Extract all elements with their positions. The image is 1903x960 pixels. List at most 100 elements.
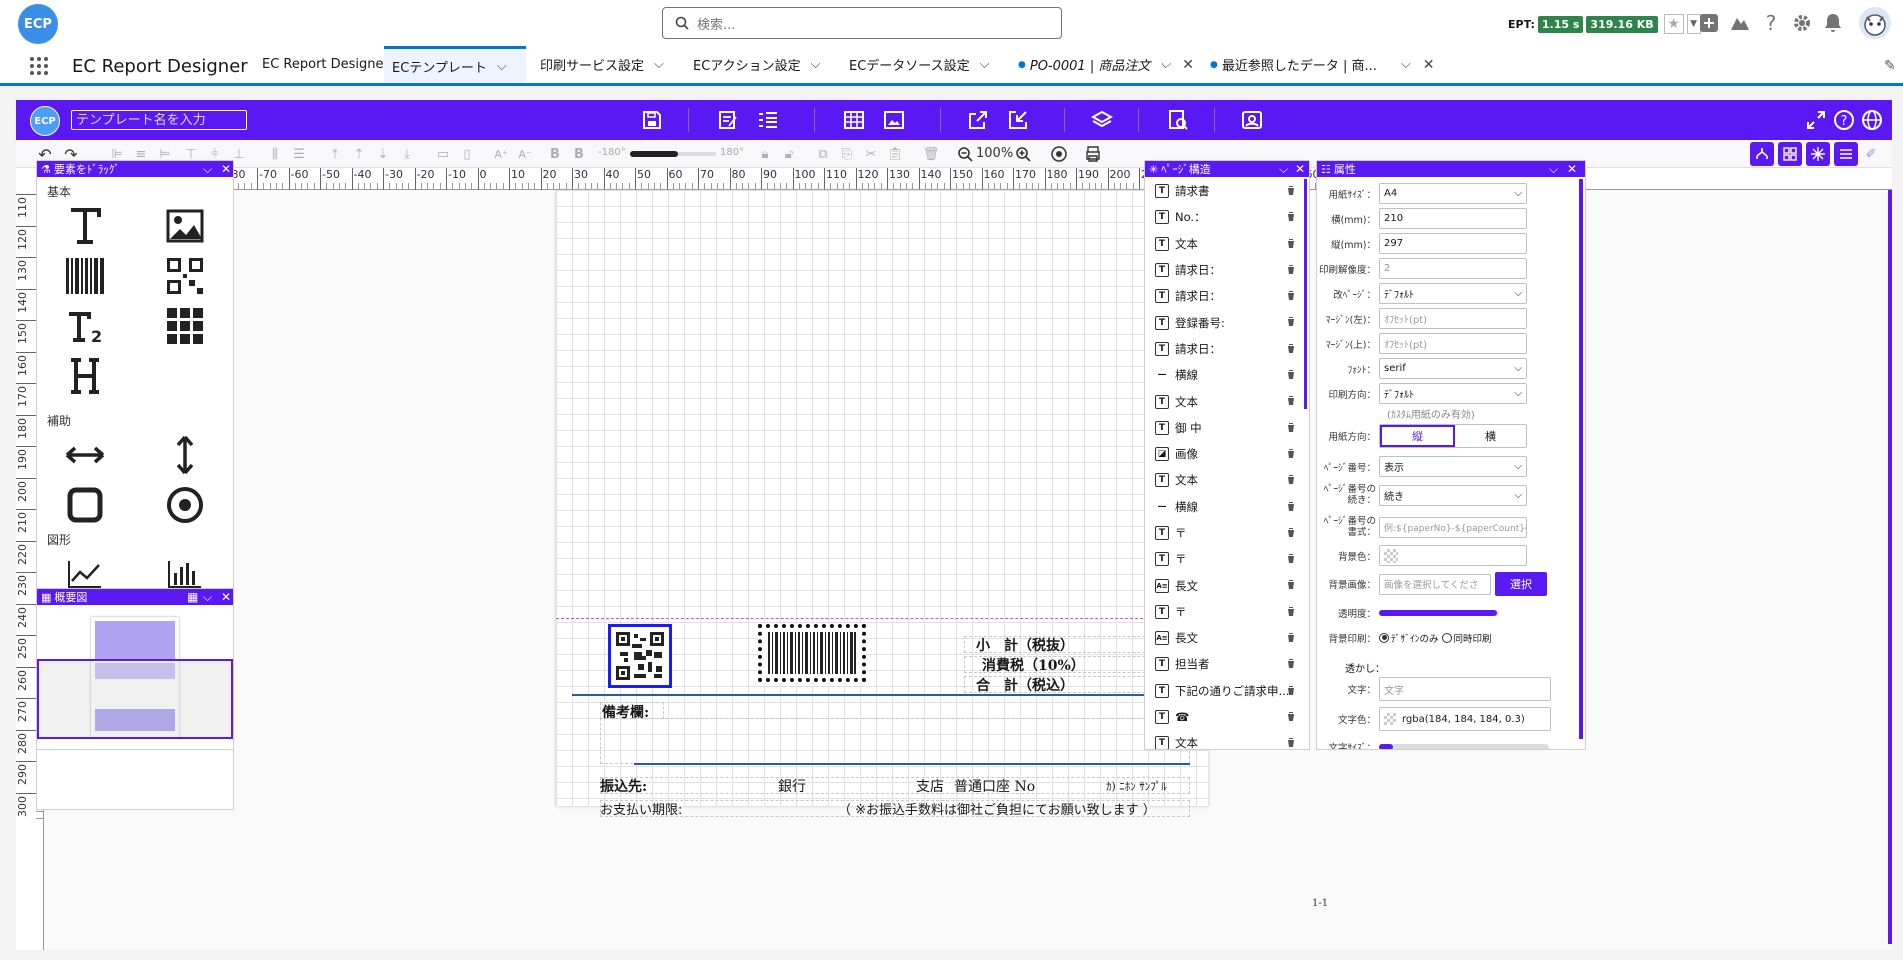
ungroup-icon[interactable]: ▯ — [458, 145, 476, 163]
transfer-row-box[interactable] — [600, 777, 1190, 794]
theme-brush-icon[interactable]: ✐ — [1862, 145, 1880, 163]
edit-document-icon[interactable] — [716, 108, 740, 132]
group-icon[interactable]: ▭ — [434, 145, 452, 163]
delete-item-icon[interactable] — [1287, 737, 1295, 748]
template-name-input[interactable] — [71, 110, 247, 130]
opacity-slider[interactable] — [1379, 609, 1499, 616]
divider-line[interactable] — [572, 694, 1190, 696]
pagenum-cont-select[interactable]: 続き ⌵ — [1379, 484, 1527, 506]
pagenum-select[interactable]: 表示 ⌵ — [1379, 456, 1527, 477]
favorite-star-icon[interactable]: ★ — [1663, 14, 1684, 34]
image-frame-icon[interactable] — [882, 108, 906, 132]
height-input[interactable]: 297 — [1379, 233, 1527, 254]
bold-icon[interactable]: B — [546, 145, 564, 163]
help-circle-icon[interactable]: ? — [1832, 108, 1856, 132]
save-icon[interactable] — [640, 108, 664, 132]
delete-item-icon[interactable] — [1287, 238, 1295, 248]
structure-item[interactable]: T 〒 — [1145, 599, 1309, 625]
structure-item[interactable]: — 横線 — [1145, 494, 1309, 520]
remarks-textarea[interactable] — [600, 718, 1190, 764]
rotate-slider[interactable] — [630, 151, 716, 157]
delete-item-icon[interactable] — [1287, 685, 1295, 695]
delete-item-icon[interactable] — [1287, 422, 1295, 432]
close-icon[interactable]: ✕ — [221, 162, 231, 176]
sort-fields-icon[interactable] — [756, 108, 780, 132]
text-element-icon[interactable] — [65, 206, 105, 246]
fullscreen-icon[interactable] — [1804, 108, 1828, 132]
distribute-v-icon[interactable]: ☰ — [290, 145, 308, 163]
font-size-down-icon[interactable]: A⁻ — [516, 145, 534, 163]
nav-tab-report-designer[interactable]: EC Report Designer — [254, 46, 397, 83]
unlock-icon[interactable]: 🔓︎ — [780, 145, 798, 163]
preview-eye-icon[interactable] — [1050, 145, 1068, 163]
delete-item-icon[interactable] — [1287, 711, 1295, 721]
structure-item[interactable]: T 文本 — [1145, 388, 1309, 414]
oval-icon[interactable] — [165, 485, 205, 525]
help-icon[interactable]: ? — [1759, 11, 1783, 35]
nav-tab-ec-datasource[interactable]: ECデータソース設定 ⌵ — [841, 46, 998, 83]
print-dir-select[interactable]: ﾃﾞﾌｫﾙﾄ ⌵ — [1379, 383, 1527, 404]
barcode-element-icon[interactable] — [65, 256, 105, 296]
language-globe-icon[interactable] — [1860, 108, 1884, 132]
nav-tab-ec-action[interactable]: ECアクション設定 ⌵ — [685, 46, 829, 83]
close-tab-icon[interactable]: ✕ — [1423, 57, 1435, 73]
structure-item[interactable]: T御 中 — [1145, 415, 1309, 441]
structure-view-icon[interactable] — [1806, 142, 1830, 166]
close-tab-icon[interactable]: ✕ — [1182, 57, 1194, 73]
cut-icon[interactable]: ✂ — [862, 145, 880, 163]
qrcode-element-icon[interactable] — [165, 256, 205, 296]
margin-top-input[interactable]: ｵﾌｾｯﾄ(pt) — [1379, 333, 1527, 354]
chevron-down-icon[interactable]: ⌵ — [497, 59, 507, 74]
remarks-underline[interactable] — [634, 763, 1190, 765]
table-icon[interactable] — [842, 108, 866, 132]
structure-item[interactable]: T 請求日： — [1145, 336, 1309, 362]
delete-item-icon[interactable] — [1287, 606, 1295, 616]
move-bottom-icon[interactable]: ⤓ — [398, 145, 416, 163]
preview-icon[interactable] — [1166, 108, 1190, 132]
delete-item-icon[interactable] — [1287, 527, 1295, 537]
trailhead-icon[interactable] — [1728, 11, 1752, 35]
structure-item[interactable]: T 担当者 — [1145, 651, 1309, 677]
chevron-down-icon[interactable]: ⌵ — [811, 57, 821, 72]
nav-tab-print-service[interactable]: 印刷サービス設定 ⌵ — [532, 46, 672, 83]
overview-viewport[interactable] — [37, 659, 233, 739]
delete-item-icon[interactable] — [1287, 369, 1295, 380]
distribute-h-icon[interactable]: ⫼ — [266, 145, 284, 163]
delete-item-icon[interactable] — [1287, 448, 1295, 458]
pagenum-fmt-input[interactable]: 例:${paperNo}-${paperCount}ﾍﾟｰｼﾞ — [1379, 516, 1527, 538]
delete-item-icon[interactable] — [1287, 185, 1295, 195]
delete-item-icon[interactable] — [1287, 395, 1295, 406]
horizontal-line-icon[interactable] — [65, 435, 105, 475]
delete-item-icon[interactable] — [1287, 343, 1295, 353]
delete-item-icon[interactable] — [1287, 264, 1295, 274]
report-page[interactable]: 小 計（税抜） 消費税（10%） 合 計（税込） 備考欄: 振込先: 銀行 支店… — [556, 190, 1208, 818]
nav-tab-recent[interactable]: ● 最近参照したデータ | 商... ⌵ ✕ — [1202, 46, 1443, 83]
long-text-element-icon[interactable]: 2 — [65, 306, 105, 346]
grid-view-icon[interactable] — [1778, 142, 1802, 166]
select-image-button[interactable]: 選択 — [1495, 572, 1547, 596]
structure-item[interactable]: A≡ 長文 — [1145, 625, 1309, 651]
delete-item-icon[interactable] — [1287, 290, 1295, 301]
structure-item[interactable]: T 請求書 — [1145, 178, 1309, 204]
bold-off-icon[interactable]: B — [570, 145, 588, 163]
tree-view-icon[interactable] — [1750, 142, 1774, 166]
paste-icon[interactable]: ⎘ — [838, 145, 856, 163]
export-icon[interactable] — [966, 108, 990, 132]
orientation-landscape-button[interactable]: 横 — [1455, 425, 1526, 447]
properties-view-icon[interactable] — [1834, 142, 1858, 166]
app-logo[interactable]: ECP — [18, 4, 58, 44]
zoom-in-icon[interactable] — [1014, 145, 1032, 163]
orientation-portrait-button[interactable]: 縦 — [1380, 425, 1455, 447]
lock-icon[interactable]: 🔒︎ — [756, 145, 774, 163]
delete-item-icon[interactable] — [1287, 553, 1295, 564]
background-image-icon[interactable] — [1240, 108, 1264, 132]
pagebreak-select[interactable]: ﾃﾞﾌｫﾙﾄ ⌵ — [1379, 283, 1527, 304]
margin-left-input[interactable]: ｵﾌｾｯﾄ(pt) — [1379, 308, 1527, 329]
delete-item-icon[interactable] — [1287, 632, 1295, 643]
qr-code-element[interactable] — [608, 624, 672, 688]
clipboard-icon[interactable]: 📋︎ — [886, 145, 904, 163]
close-icon[interactable]: ✕ — [1567, 162, 1577, 176]
collapse-chevron-icon[interactable]: ⌵ — [1279, 162, 1288, 177]
delete-icon[interactable]: 🗑︎ — [922, 145, 940, 163]
app-launcher-icon[interactable] — [30, 57, 48, 75]
